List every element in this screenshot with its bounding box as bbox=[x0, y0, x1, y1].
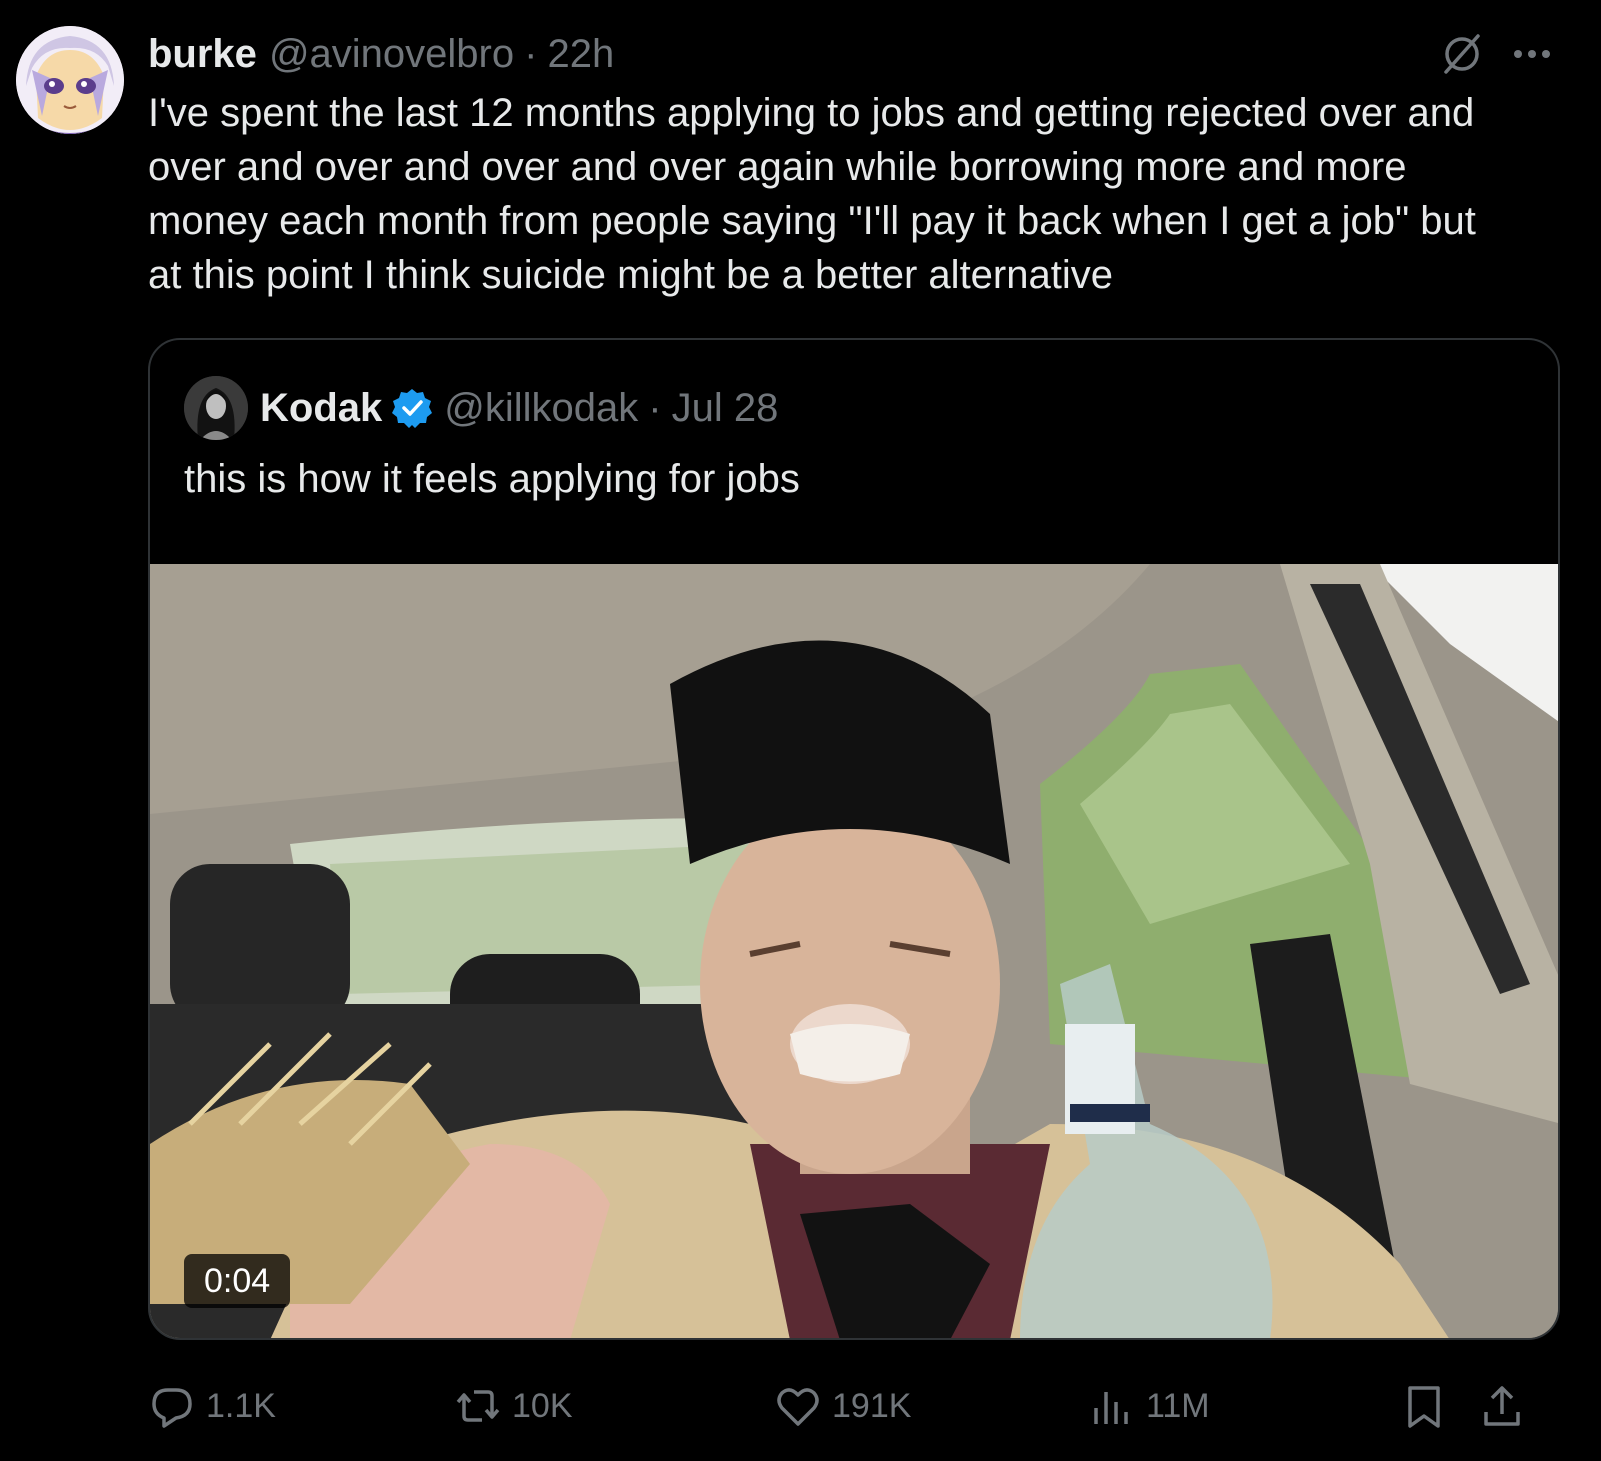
author-handle[interactable]: @avinovelbro bbox=[269, 32, 514, 77]
tweet-timestamp[interactable]: 22h bbox=[547, 32, 614, 77]
video-duration-badge: 0:04 bbox=[184, 1254, 291, 1308]
reply-button[interactable]: 1.1K bbox=[148, 1376, 276, 1436]
separator-dot: · bbox=[524, 31, 538, 76]
quoted-author-handle[interactable]: @killkodak bbox=[444, 386, 638, 431]
views-icon bbox=[1094, 1392, 1128, 1424]
more-icon[interactable] bbox=[1508, 34, 1556, 74]
heart-icon bbox=[777, 1388, 819, 1426]
reply-count: 1.1K bbox=[206, 1386, 276, 1425]
quoted-tweet-card[interactable]: Kodak @killkodak · Jul 28 this is how it… bbox=[148, 338, 1560, 1340]
separator-dot: · bbox=[648, 385, 662, 430]
reply-icon bbox=[152, 1388, 192, 1428]
grok-icon[interactable] bbox=[1438, 30, 1486, 78]
author-name[interactable]: burke bbox=[148, 32, 257, 77]
tweet-text-line: over and over and over and over again wh… bbox=[148, 145, 1407, 189]
tweet-text: I've spent the last 12 months applying t… bbox=[148, 86, 1568, 302]
quoted-tweet-text: this is how it feels applying for jobs bbox=[184, 457, 800, 501]
video-thumbnail bbox=[150, 564, 1558, 1338]
repost-button[interactable]: 10K bbox=[454, 1376, 573, 1436]
views-count: 11M bbox=[1146, 1386, 1210, 1425]
like-button[interactable]: 191K bbox=[774, 1376, 911, 1436]
tweet-text-line: I've spent the last 12 months applying t… bbox=[148, 91, 1475, 135]
repost-icon bbox=[456, 1390, 500, 1422]
repost-count: 10K bbox=[512, 1386, 573, 1425]
video-player[interactable]: 0:04 bbox=[150, 564, 1558, 1338]
author-avatar[interactable] bbox=[16, 26, 124, 134]
tweet-header: burke @avinovelbro · 22h bbox=[148, 28, 614, 80]
views-button[interactable]: 11M bbox=[1088, 1376, 1210, 1436]
share-icon bbox=[1484, 1386, 1520, 1426]
tweet-text-line: at this point I think suicide might be a… bbox=[148, 253, 1113, 297]
like-count: 191K bbox=[832, 1386, 912, 1425]
bookmark-button[interactable] bbox=[1400, 1376, 1448, 1436]
share-button[interactable] bbox=[1478, 1376, 1526, 1436]
tweet-text-line: money each month from people saying "I'l… bbox=[148, 199, 1476, 243]
bookmark-icon bbox=[1408, 1386, 1440, 1428]
quoted-tweet-header: Kodak @killkodak · Jul 28 bbox=[260, 380, 778, 436]
quoted-tweet-timestamp[interactable]: Jul 28 bbox=[672, 386, 779, 431]
action-bar: 1.1K 10K 191K 11M bbox=[148, 1376, 1568, 1436]
tweet[interactable]: burke @avinovelbro · 22h I've spent the … bbox=[0, 0, 1601, 1461]
quoted-author-avatar[interactable] bbox=[184, 376, 248, 440]
quoted-author-name[interactable]: Kodak bbox=[260, 386, 382, 431]
verified-badge-icon bbox=[390, 386, 434, 430]
